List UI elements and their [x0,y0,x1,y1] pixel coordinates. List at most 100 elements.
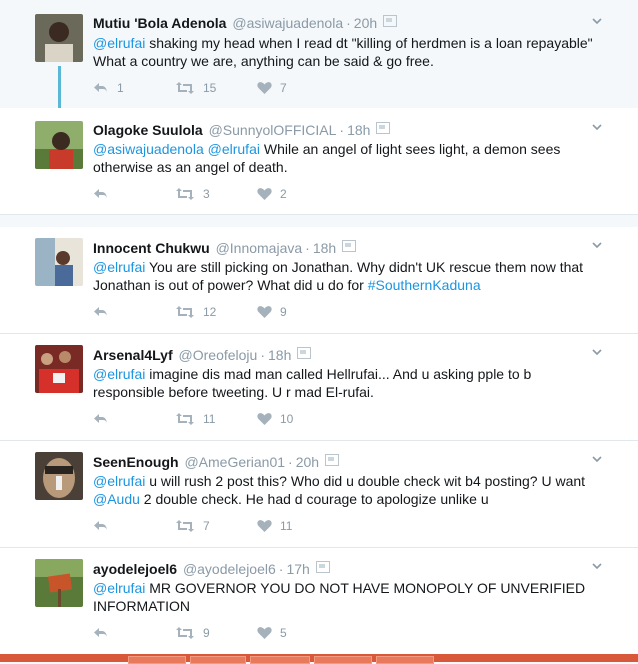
heart-icon [257,306,272,318]
media-badge-icon [376,122,391,134]
author-name[interactable]: Olagoke Suulola [93,122,203,138]
reply-icon [94,628,107,638]
timestamp[interactable]: 18h [268,347,291,363]
retweet-icon [176,82,194,94]
retweet-count: 7 [203,519,210,533]
retweet-count: 3 [203,187,210,201]
avatar[interactable] [35,238,83,286]
author-handle[interactable]: @AmeGerian01 [184,454,285,470]
mention-link[interactable]: @elrufai [93,473,145,489]
divider [0,214,638,215]
chevron-down-icon[interactable] [592,347,602,357]
mention-link[interactable]: @elrufai [93,366,145,382]
taskbar-item[interactable] [314,656,372,664]
like-button[interactable]: 2 [257,187,287,201]
tweet[interactable]: SeenEnough @AmeGerian01 · 20h @elrufai u w… [0,441,638,547]
reply-button[interactable] [93,626,117,640]
reply-button[interactable] [93,519,117,533]
timestamp[interactable]: 17h [286,561,309,577]
author-name[interactable]: Arsenal4Lyf [93,347,173,363]
mention-link[interactable]: @elrufai [208,141,260,157]
taskbar-item[interactable] [376,656,434,664]
avatar[interactable] [35,121,83,169]
media-badge-icon [315,561,330,573]
tweet-text: @asiwajuadenola @elrufai While an angel … [93,140,593,176]
author-name[interactable]: Mutiu 'Bola Adenola [93,15,226,31]
tweet-header: Olagoke Suulola @SunnyolOFFICIAL · 18h [93,121,391,139]
like-button[interactable]: 9 [257,305,287,319]
reply-icon [94,414,107,424]
avatar[interactable] [35,452,83,500]
taskbar-item[interactable] [250,656,310,664]
heart-icon [257,413,272,425]
author-handle[interactable]: @SunnyolOFFICIAL [209,122,337,138]
os-taskbar [0,654,638,664]
reply-button[interactable] [93,412,117,426]
separator-dot: · [288,454,293,470]
like-button[interactable]: 5 [257,626,287,640]
retweet-button[interactable]: 15 [175,81,216,95]
mention-link[interactable]: @elrufai [93,580,145,596]
chevron-down-icon[interactable] [592,454,602,464]
tweet[interactable]: Innocent Chukwu @Innomajava · 18h @elrufai… [0,227,638,333]
mention-link[interactable]: @Audu [93,491,140,507]
author-handle[interactable]: @asiwajuadenola [232,15,343,31]
author-name[interactable]: Innocent Chukwu [93,240,210,256]
tweet[interactable]: Arsenal4Lyf @Oreofeloju · 18h @elrufai ima… [0,334,638,440]
retweet-button[interactable]: 12 [175,305,216,319]
heart-icon [257,627,272,639]
media-badge-icon [297,347,312,359]
tweet-header: ayodelejoel6 @ayodelejoel6 · 17h [93,560,330,578]
like-count: 11 [280,519,293,533]
retweet-button[interactable]: 9 [175,626,210,640]
tweet-text-segment: shaking my head when I read dt "killing … [93,35,593,69]
author-handle[interactable]: @ayodelejoel6 [183,561,276,577]
retweet-icon [176,627,194,639]
author-name[interactable]: SeenEnough [93,454,179,470]
timestamp[interactable]: 20h [296,454,319,470]
chevron-down-icon[interactable] [592,16,602,26]
timestamp[interactable]: 18h [313,240,336,256]
reply-button[interactable] [93,305,117,319]
retweet-button[interactable]: 3 [175,187,210,201]
retweet-count: 9 [203,626,210,640]
tweet-header: Innocent Chukwu @Innomajava · 18h [93,239,357,257]
retweet-button[interactable]: 11 [175,412,215,426]
chevron-down-icon[interactable] [592,240,602,250]
reply-icon [94,307,107,317]
retweet-icon [176,188,194,200]
like-button[interactable]: 7 [257,81,287,95]
mention-link[interactable]: @asiwajuadenola [93,141,204,157]
separator-dot: · [305,240,310,256]
timestamp[interactable]: 20h [354,15,377,31]
mention-link[interactable]: @elrufai [93,35,145,51]
tweet-header: Arsenal4Lyf @Oreofeloju · 18h [93,346,312,364]
reply-button[interactable]: 1 [93,81,124,95]
author-handle[interactable]: @Innomajava [216,240,303,256]
mention-link[interactable]: @elrufai [93,259,145,275]
tweet-header: SeenEnough @AmeGerian01 · 20h [93,453,340,471]
reply-icon [94,521,107,531]
tweet-header: Mutiu 'Bola Adenola @asiwajuadenola · 20h [93,14,398,32]
like-button[interactable]: 11 [257,519,292,533]
timestamp[interactable]: 18h [347,122,370,138]
chevron-down-icon[interactable] [592,122,602,132]
tweet[interactable]: Mutiu 'Bola Adenola @asiwajuadenola · 20h … [0,0,638,116]
avatar[interactable] [35,14,83,62]
tweet[interactable]: ayodelejoel6 @ayodelejoel6 · 17h @elrufai … [0,548,638,654]
tweet[interactable]: Olagoke Suulola @SunnyolOFFICIAL · 18h @as… [0,108,638,214]
retweet-button[interactable]: 7 [175,519,210,533]
author-handle[interactable]: @Oreofeloju [179,347,258,363]
reply-button[interactable] [93,187,117,201]
hashtag-link[interactable]: #SouthernKaduna [368,277,481,293]
retweet-count: 15 [203,81,217,95]
taskbar-item[interactable] [190,656,246,664]
tweet-text: @elrufai MR GOVERNOR YOU DO NOT HAVE MON… [93,579,593,615]
like-count: 9 [280,305,287,319]
chevron-down-icon[interactable] [592,561,602,571]
taskbar-item[interactable] [128,656,186,664]
like-button[interactable]: 10 [257,412,293,426]
avatar[interactable] [35,559,83,607]
author-name[interactable]: ayodelejoel6 [93,561,177,577]
avatar[interactable] [35,345,83,393]
